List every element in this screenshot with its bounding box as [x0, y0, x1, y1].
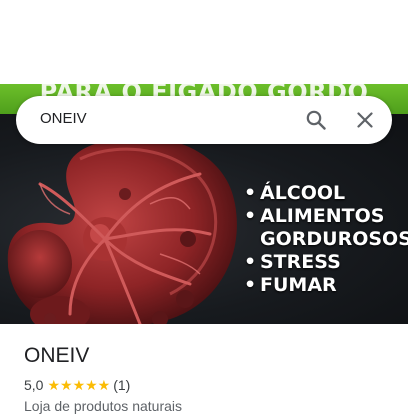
- top-blank-area: [0, 0, 408, 84]
- search-input[interactable]: ONEIV: [40, 110, 87, 127]
- bullet-item: • FUMAR: [244, 274, 337, 296]
- kidney-illustration: [7, 136, 237, 324]
- place-info-panel: ONEIV 5,0 ★★★★★ (1) Loja de produtos natur…: [0, 324, 408, 414]
- search-icon[interactable]: [304, 108, 328, 132]
- review-count[interactable]: (1): [113, 377, 130, 393]
- bullet-item: • ALIMENTOS: [244, 205, 385, 227]
- close-icon[interactable]: [353, 108, 377, 132]
- star-rating-icon: ★★★★★: [47, 377, 111, 393]
- rating-value: 5,0: [24, 377, 44, 393]
- risk-factor-list: • ÁLCOOL • ALIMENTOS GORDUROSOS • STRESS • F…: [244, 182, 408, 297]
- bullet-item-continuation: GORDUROSOS: [260, 228, 408, 250]
- place-name: ONEIV: [24, 344, 90, 367]
- bullet-item: • ÁLCOOL: [244, 182, 346, 204]
- rating-row[interactable]: 5,0 ★★★★★ (1): [24, 377, 130, 394]
- search-bar[interactable]: ONEIV: [16, 96, 392, 144]
- bullet-item: • STRESS: [244, 251, 341, 273]
- place-category: Loja de produtos naturais: [24, 398, 182, 414]
